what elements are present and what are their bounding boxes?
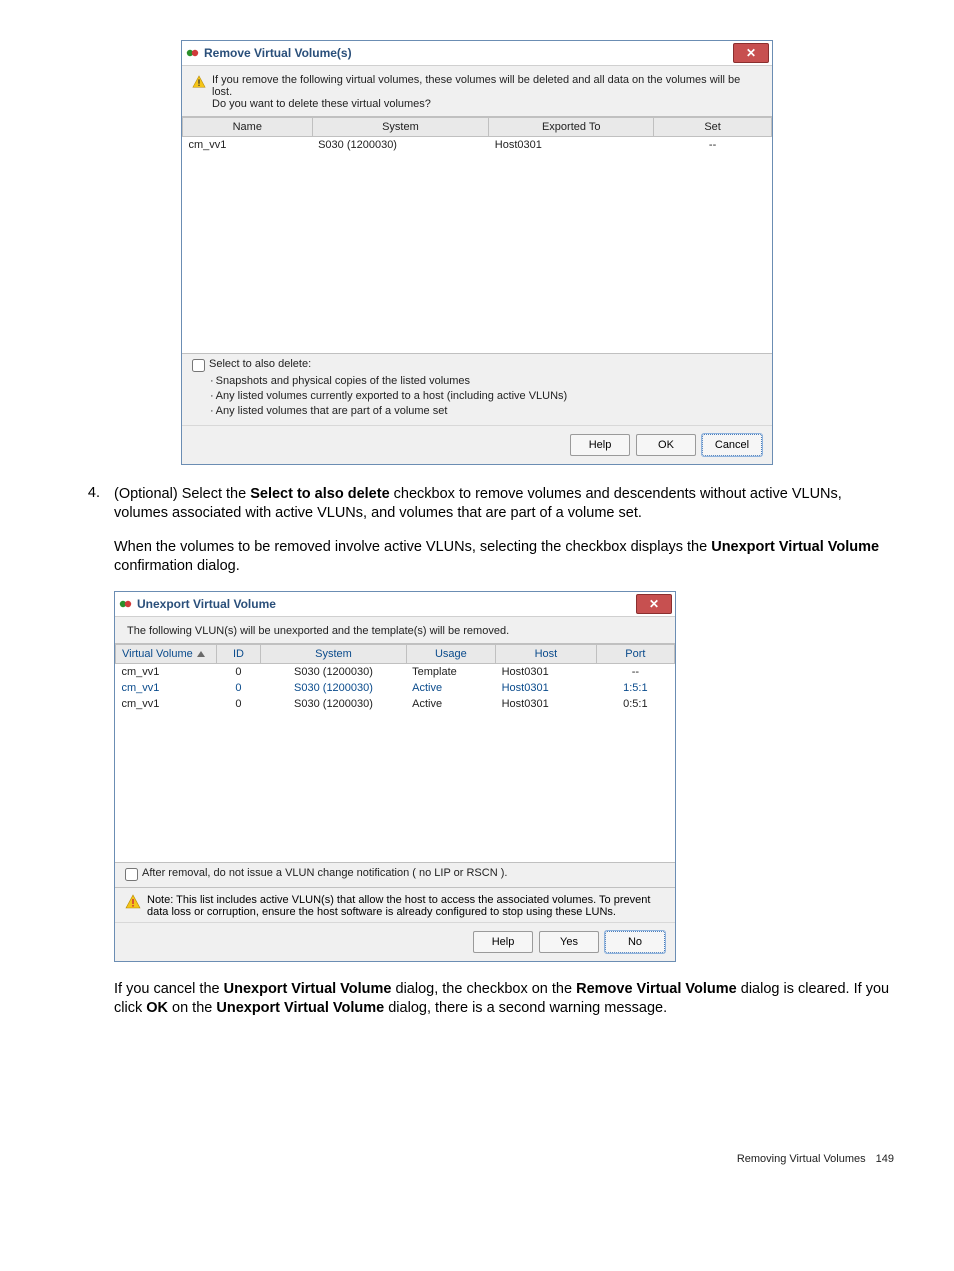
cell-id: 0 [216,696,261,712]
cell-system: S030 (1200030) [261,663,406,680]
footer-title: Removing Virtual Volumes [737,1153,866,1165]
col-virtual-volume[interactable]: Virtual Volume [116,644,217,663]
cell-vv: cm_vv1 [116,663,217,680]
warning-line-2: Do you want to delete these virtual volu… [212,98,762,110]
cell-system: S030 (1200030) [261,696,406,712]
app-icon [186,46,200,60]
sublist-item: Any listed volumes currently exported to… [210,389,762,404]
cell-id: 0 [216,680,261,696]
yes-button[interactable]: Yes [539,931,599,953]
table-empty-space [115,712,675,862]
help-button[interactable]: Help [570,434,630,456]
cell-system: S030 (1200030) [261,680,406,696]
cell-port: -- [596,663,674,680]
col-port[interactable]: Port [596,644,674,663]
info-message: The following VLUN(s) will be unexported… [115,617,675,643]
select-also-delete-row: Select to also delete: [182,354,772,374]
col-exported-to[interactable]: Exported To [489,118,654,137]
close-button[interactable]: ✕ [636,594,672,614]
unexport-virtual-volume-dialog: Unexport Virtual Volume ✕ The following … [114,591,676,962]
cell-vv: cm_vv1 [116,680,217,696]
help-button[interactable]: Help [473,931,533,953]
footer-page-number: 149 [876,1153,894,1165]
remove-virtual-volumes-dialog: Remove Virtual Volume(s) ✕ If you remove… [181,40,773,465]
dialog-title: Unexport Virtual Volume [137,597,276,611]
cancel-button[interactable]: Cancel [702,434,762,456]
after-removal-row: After removal, do not issue a VLUN chang… [115,863,675,887]
col-system[interactable]: System [312,118,489,137]
cell-host: Host0301 [496,663,597,680]
table-row[interactable]: cm_vv1 S030 (1200030) Host0301 -- [183,137,772,154]
cell-port: 0:5:1 [596,696,674,712]
cell-system: S030 (1200030) [312,137,489,154]
button-row: Help Yes No [115,922,675,961]
step4-paragraph-2: When the volumes to be removed involve a… [114,538,894,577]
col-usage[interactable]: Usage [406,644,495,663]
table-row[interactable]: cm_vv1 0 S030 (1200030) Active Host0301 … [116,696,675,712]
dialog-title: Remove Virtual Volume(s) [204,46,352,60]
cell-host: Host0301 [496,680,597,696]
select-also-delete-label: Select to also delete: [209,358,311,370]
cell-usage: Active [406,680,495,696]
note-text: Note: This list includes active VLUN(s) … [147,894,665,918]
col-system[interactable]: System [261,644,406,663]
warning-icon [125,894,141,913]
after-removal-checkbox[interactable] [125,868,138,881]
warning-icon [192,75,206,89]
col-id[interactable]: ID [216,644,261,663]
volumes-table: Name System Exported To Set cm_vv1 S030 … [182,117,772,153]
cell-host: Host0301 [496,696,597,712]
table-header-row: Name System Exported To Set [183,118,772,137]
app-icon [119,597,133,611]
cell-usage: Template [406,663,495,680]
col-name[interactable]: Name [183,118,313,137]
dialog-titlebar: Remove Virtual Volume(s) ✕ [182,41,772,66]
select-also-delete-checkbox[interactable] [192,359,205,372]
sort-asc-icon [197,651,205,657]
step4-paragraph-1: (Optional) Select the Select to also del… [114,485,894,524]
vlun-table: Virtual Volume ID System Usage Host Port… [115,644,675,712]
table-header-row: Virtual Volume ID System Usage Host Port [116,644,675,663]
col-host[interactable]: Host [496,644,597,663]
page-footer: Removing Virtual Volumes 149 [60,1153,894,1165]
cell-port: 1:5:1 [596,680,674,696]
cell-vv: cm_vv1 [116,696,217,712]
select-also-delete-sublist: Snapshots and physical copies of the lis… [182,374,772,425]
closing-paragraph: If you cancel the Unexport Virtual Volum… [114,980,894,1019]
cell-usage: Active [406,696,495,712]
ok-button[interactable]: OK [636,434,696,456]
no-button[interactable]: No [605,931,665,953]
col-set[interactable]: Set [654,118,772,137]
table-row[interactable]: cm_vv1 0 S030 (1200030) Template Host030… [116,663,675,680]
step-number: 4. [60,485,114,1033]
cell-set: -- [654,137,772,154]
close-button[interactable]: ✕ [733,43,769,63]
after-removal-label: After removal, do not issue a VLUN chang… [142,867,507,879]
dialog-titlebar: Unexport Virtual Volume ✕ [115,592,675,617]
close-icon: ✕ [746,47,756,59]
table-empty-space [182,153,772,353]
cell-exported-to: Host0301 [489,137,654,154]
note-box: Note: This list includes active VLUN(s) … [115,887,675,922]
close-icon: ✕ [649,598,659,610]
table-row[interactable]: cm_vv1 0 S030 (1200030) Active Host0301 … [116,680,675,696]
warning-line-1: If you remove the following virtual volu… [212,74,762,98]
cell-id: 0 [216,663,261,680]
sublist-item: Any listed volumes that are part of a vo… [210,404,762,419]
cell-name: cm_vv1 [183,137,313,154]
sublist-item: Snapshots and physical copies of the lis… [210,374,762,389]
warning-message: If you remove the following virtual volu… [182,66,772,116]
button-row: Help OK Cancel [182,425,772,464]
